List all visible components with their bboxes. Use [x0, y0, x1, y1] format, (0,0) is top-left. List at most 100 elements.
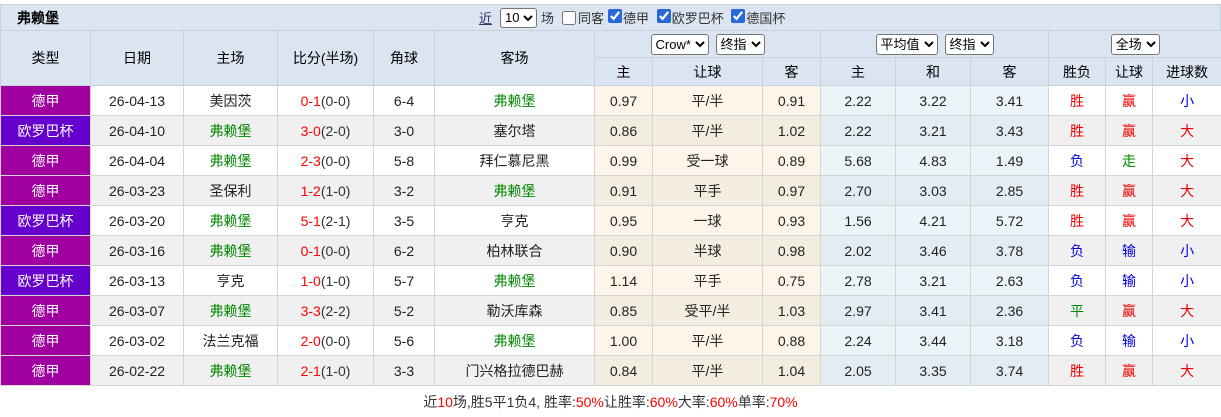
col-header-avg-away: 客 [971, 58, 1049, 86]
table-row: 德甲 26-02-22 弗赖堡 2-1(1-0) 3-3 门兴格拉德巴赫 0.8… [1, 356, 1221, 386]
col-header-wdl: 胜负 [1049, 58, 1106, 86]
average-select[interactable]: 平均值 [876, 34, 938, 55]
match-date: 26-03-23 [91, 176, 184, 206]
home-team: 弗赖堡 [184, 296, 278, 326]
corner-score: 6-4 [374, 86, 435, 116]
table-row: 德甲 26-03-16 弗赖堡 0-1(0-0) 6-2 柏林联合 0.90 半… [1, 236, 1221, 266]
avg-away-odds: 3.78 [971, 236, 1049, 266]
corner-score: 3-3 [374, 356, 435, 386]
recent-count-select[interactable]: 10 [500, 8, 537, 28]
average-final-select[interactable]: 终指 [945, 34, 994, 55]
avg-away-odds: 3.43 [971, 116, 1049, 146]
halftime-score: (0-0) [321, 243, 351, 259]
crow-away-odds: 0.89 [763, 146, 821, 176]
col-header-date: 日期 [91, 31, 184, 86]
match-rows: 德甲 26-04-13 美因茨 0-1(0-0) 6-4 弗赖堡 0.97 平/… [1, 86, 1221, 386]
bookmaker-final-select[interactable]: 终指 [716, 34, 765, 55]
avg-home-odds: 2.78 [821, 266, 896, 296]
corner-score: 5-6 [374, 326, 435, 356]
avg-home-odds: 2.70 [821, 176, 896, 206]
match-date: 26-03-16 [91, 236, 184, 266]
avg-draw-odds: 3.22 [896, 86, 971, 116]
bookmaker-select[interactable]: Crow* [651, 34, 709, 55]
league-badge: 德甲 [1, 86, 91, 116]
result-handicap: 赢 [1106, 356, 1153, 386]
score-cell: 5-1(2-1) [278, 206, 374, 236]
corner-score: 5-2 [374, 296, 435, 326]
result-handicap: 赢 [1106, 176, 1153, 206]
filter-bundesliga-checkbox[interactable] [608, 9, 622, 23]
home-team: 法兰克福 [184, 326, 278, 356]
avg-draw-odds: 3.44 [896, 326, 971, 356]
crow-away-odds: 1.03 [763, 296, 821, 326]
result-handicap: 输 [1106, 326, 1153, 356]
handicap-rate-label: 让胜率: [604, 392, 650, 412]
filter-europa-checkbox[interactable] [657, 9, 671, 23]
away-team: 弗赖堡 [435, 176, 595, 206]
crow-home-odds: 0.91 [595, 176, 653, 206]
avg-draw-odds: 3.46 [896, 236, 971, 266]
filter-bundesliga-label: 德甲 [623, 11, 649, 26]
avg-away-odds: 3.18 [971, 326, 1049, 356]
filter-dfb-pokal-checkbox[interactable] [731, 9, 745, 23]
corner-score: 3-2 [374, 176, 435, 206]
score-cell: 3-3(2-2) [278, 296, 374, 326]
match-date: 26-02-22 [91, 356, 184, 386]
same-away-label: 同客 [578, 8, 604, 27]
over-rate-value: 60% [710, 394, 738, 410]
matches-label: 场 [541, 8, 554, 27]
league-badge: 德甲 [1, 236, 91, 266]
match-date: 26-03-02 [91, 326, 184, 356]
league-badge: 德甲 [1, 326, 91, 356]
recent-link[interactable]: 近 [479, 8, 492, 27]
halftime-score: (2-2) [321, 303, 351, 319]
col-header-handicap-result: 让球 [1106, 58, 1153, 86]
col-header-corner: 角球 [374, 31, 435, 86]
halftime-score: (0-0) [321, 93, 351, 109]
match-date: 26-04-04 [91, 146, 184, 176]
crow-handicap: 受平/半 [653, 296, 763, 326]
result-goals: 大 [1153, 116, 1221, 146]
crow-home-odds: 0.86 [595, 116, 653, 146]
score-cell: 3-0(2-0) [278, 116, 374, 146]
result-handicap: 赢 [1106, 116, 1153, 146]
table-row: 德甲 26-04-04 弗赖堡 2-3(0-0) 5-8 拜仁慕尼黑 0.99 … [1, 146, 1221, 176]
fulltime-score: 3-3 [301, 303, 321, 319]
halftime-score: (0-0) [321, 333, 351, 349]
avg-draw-odds: 4.83 [896, 146, 971, 176]
result-goals: 小 [1153, 236, 1221, 266]
result-handicap: 输 [1106, 266, 1153, 296]
avg-away-odds: 1.49 [971, 146, 1049, 176]
same-away-checkbox[interactable] [562, 11, 576, 25]
fulltime-score: 2-3 [301, 153, 321, 169]
away-team: 柏林联合 [435, 236, 595, 266]
match-date: 26-03-07 [91, 296, 184, 326]
team-title: 弗赖堡 [1, 8, 59, 28]
table-row: 德甲 26-03-23 圣保利 1-2(1-0) 3-2 弗赖堡 0.91 平手… [1, 176, 1221, 206]
league-badge: 欧罗巴杯 [1, 206, 91, 236]
table-row: 欧罗巴杯 26-03-20 弗赖堡 5-1(2-1) 3-5 亨克 0.95 一… [1, 206, 1221, 236]
scope-select[interactable]: 全场 [1111, 34, 1160, 55]
score-cell: 0-1(0-0) [278, 86, 374, 116]
col-header-type: 类型 [1, 31, 91, 86]
table-row: 欧罗巴杯 26-03-13 亨克 1-0(1-0) 5-7 弗赖堡 1.14 平… [1, 266, 1221, 296]
win-rate-value: 50% [576, 394, 604, 410]
crow-away-odds: 1.02 [763, 116, 821, 146]
avg-home-odds: 2.05 [821, 356, 896, 386]
crow-handicap: 平/半 [653, 356, 763, 386]
summary-text: 近 [423, 392, 437, 412]
result-handicap: 赢 [1106, 206, 1153, 236]
crow-handicap: 一球 [653, 206, 763, 236]
fulltime-score: 3-0 [301, 123, 321, 139]
score-cell: 1-2(1-0) [278, 176, 374, 206]
league-badge: 德甲 [1, 176, 91, 206]
league-badge: 德甲 [1, 296, 91, 326]
corner-score: 5-8 [374, 146, 435, 176]
halftime-score: (1-0) [321, 273, 351, 289]
crow-home-odds: 0.85 [595, 296, 653, 326]
col-header-odds-home: 主 [595, 58, 653, 86]
score-cell: 0-1(0-0) [278, 236, 374, 266]
bookmaker-select-group: Crow* 终指 [595, 31, 821, 58]
halftime-score: (0-0) [321, 153, 351, 169]
col-header-odds-handicap: 让球 [653, 58, 763, 86]
